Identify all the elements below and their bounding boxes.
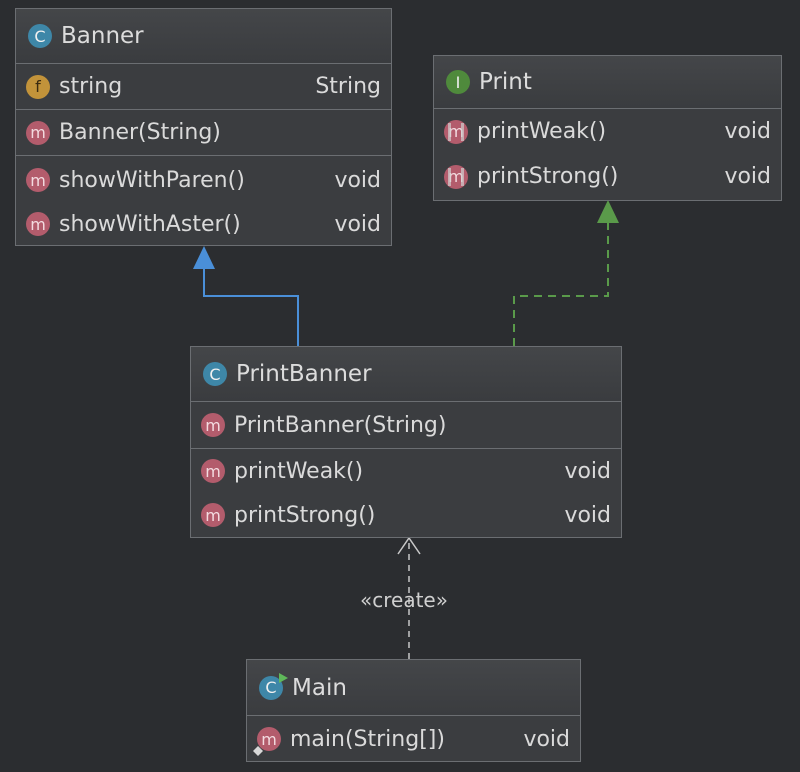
abstract-method-icon: m	[444, 164, 468, 189]
class-main[interactable]: C Main m main(String[]) void	[246, 659, 581, 762]
method-row[interactable]: m main(String[]) void	[247, 716, 580, 762]
field-type: String	[315, 74, 381, 99]
method-icon: m	[201, 459, 225, 483]
field-icon: f	[26, 74, 50, 99]
interface-icon: I	[446, 70, 470, 94]
class-printbanner[interactable]: C PrintBanner m PrintBanner(String) m pr…	[190, 346, 622, 538]
fields-section: f string String	[16, 64, 391, 110]
inheritance-line	[203, 268, 299, 346]
method-name: printStrong()	[234, 502, 376, 528]
interface-print-header[interactable]: I Print	[434, 56, 781, 109]
method-name: printStrong()	[477, 164, 619, 189]
methods-section: m showWithParen() void m showWithAster()…	[16, 156, 391, 246]
class-main-header[interactable]: C Main	[247, 660, 580, 716]
realization-arrowhead	[597, 200, 619, 223]
static-marker-icon	[253, 746, 263, 756]
dependency-create-label: «create»	[360, 588, 448, 612]
methods-section: m printWeak() void m printStrong() void	[191, 449, 621, 537]
method-return-type: void	[564, 458, 611, 484]
method-name: printWeak()	[477, 119, 607, 144]
class-banner-title: Banner	[61, 23, 144, 49]
class-printbanner-title: PrintBanner	[236, 361, 372, 387]
constructor-name: Banner(String)	[59, 120, 221, 145]
static-method-icon: m	[253, 727, 281, 756]
realization-line	[513, 222, 609, 346]
field-name: string	[59, 74, 123, 99]
method-return-type: void	[334, 167, 381, 193]
method-row[interactable]: m printStrong() void	[191, 493, 621, 537]
inheritance-arrowhead	[193, 246, 215, 269]
field-row[interactable]: f string String	[16, 64, 391, 109]
method-return-type: void	[523, 726, 570, 752]
method-return-type: void	[564, 502, 611, 528]
method-row[interactable]: m printWeak() void	[434, 109, 781, 154]
constructors-section: m PrintBanner(String)	[191, 402, 621, 449]
method-row[interactable]: m printWeak() void	[191, 449, 621, 493]
methods-section: m printWeak() void m printStrong() void	[434, 109, 781, 199]
class-icon: C	[28, 24, 52, 48]
runnable-class-icon: C	[259, 672, 288, 700]
class-banner[interactable]: C Banner f string String m Banner(String…	[15, 8, 392, 246]
constructors-section: m Banner(String)	[16, 110, 391, 156]
method-icon: m	[26, 120, 50, 145]
class-main-title: Main	[292, 674, 347, 701]
method-return-type: void	[724, 119, 771, 144]
method-name: showWithAster()	[59, 211, 241, 237]
method-name: main(String[])	[290, 726, 445, 752]
method-icon: m	[26, 168, 50, 192]
method-return-type: void	[724, 164, 771, 189]
class-banner-header[interactable]: C Banner	[16, 9, 391, 64]
method-name: showWithParen()	[59, 167, 245, 193]
method-icon: m	[26, 212, 50, 236]
abstract-method-icon: m	[444, 119, 468, 144]
method-row[interactable]: m showWithParen() void	[16, 158, 391, 202]
interface-print-title: Print	[479, 69, 532, 95]
method-icon: m	[201, 413, 225, 437]
class-icon: C	[203, 362, 227, 386]
method-row[interactable]: m printStrong() void	[434, 154, 781, 199]
method-name: printWeak()	[234, 458, 364, 484]
method-row[interactable]: m showWithAster() void	[16, 202, 391, 246]
interface-print[interactable]: I Print m printWeak() void m printStrong…	[433, 55, 782, 201]
method-icon: m	[201, 503, 225, 527]
methods-section: m main(String[]) void	[247, 716, 580, 762]
method-return-type: void	[334, 211, 381, 237]
run-marker-icon	[279, 672, 288, 683]
constructor-row[interactable]: m Banner(String)	[16, 110, 391, 155]
class-printbanner-header[interactable]: C PrintBanner	[191, 347, 621, 402]
constructor-name: PrintBanner(String)	[234, 412, 447, 438]
constructor-row[interactable]: m PrintBanner(String)	[191, 402, 621, 448]
